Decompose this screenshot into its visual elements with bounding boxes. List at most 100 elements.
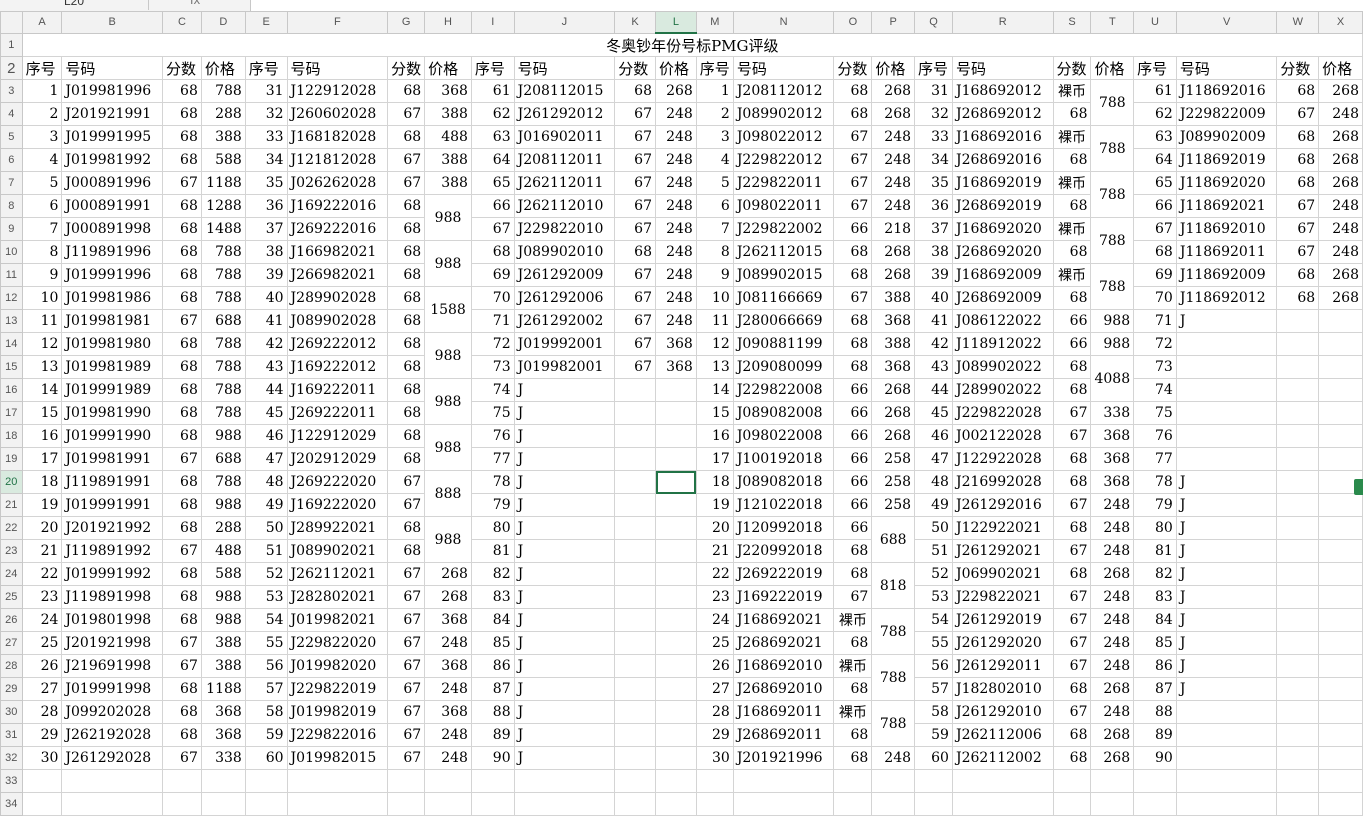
cell-score[interactable]: 68 [1052,447,1092,471]
empty-cell[interactable] [914,792,953,816]
cell-number[interactable]: J182802010 [951,677,1054,701]
cell-serial[interactable]: 11 [21,309,63,333]
cell-price[interactable]: 988 [200,585,246,609]
cell-price[interactable]: 248 [655,194,697,218]
cell-score[interactable]: 67 [387,171,426,195]
header-cell[interactable]: 分数 [387,56,426,80]
cell-number[interactable]: J168692021 [732,608,835,632]
cell-price[interactable]: 368 [424,608,472,632]
cell-number[interactable]: J019981990 [61,401,163,425]
cell-number[interactable]: J262112015 [732,240,835,264]
cell-serial[interactable]: 47 [914,447,953,471]
cell-number[interactable]: J262112010 [513,194,616,218]
cell-serial[interactable]: 48 [244,470,288,494]
cell-number[interactable]: J019991989 [61,378,163,402]
cell-score[interactable]: 67 [387,746,426,770]
cell-serial[interactable]: 20 [695,516,734,540]
cell-score[interactable]: 67 [387,631,426,655]
cell-serial[interactable]: 30 [695,746,734,770]
cell-number[interactable]: J118692011 [1175,240,1278,264]
cell-number[interactable]: J [1175,309,1278,333]
cell-price[interactable]: 688 [200,447,246,471]
cell-score[interactable]: 裸币 [833,700,873,724]
cell-price-merged[interactable]: 988 [424,332,472,379]
cell-serial[interactable]: 81 [470,539,515,563]
cell-score[interactable]: 68 [833,562,873,586]
cell-serial[interactable]: 83 [1133,585,1177,609]
empty-cell[interactable] [200,792,246,816]
column-header-H[interactable]: H [424,11,472,34]
formula-input[interactable] [250,0,1363,11]
cell-score[interactable]: 68 [161,217,202,241]
cell-number[interactable]: J [513,401,616,425]
cell-score[interactable] [1276,332,1320,356]
cell-number[interactable]: J118692012 [1175,286,1278,310]
column-header-N[interactable]: N [732,11,835,34]
empty-cell[interactable] [513,792,616,816]
cell-serial[interactable]: 40 [914,286,953,310]
cell-serial[interactable]: 76 [1133,424,1177,448]
cell-price[interactable]: 248 [1318,240,1363,264]
header-cell[interactable]: 号码 [951,56,1054,80]
cell-score[interactable] [614,723,656,747]
cell-number[interactable]: J229822012 [732,148,835,172]
cell-serial[interactable]: 75 [1133,401,1177,425]
cell-score[interactable]: 68 [833,677,873,701]
column-header-S[interactable]: S [1052,11,1092,34]
cell-serial[interactable]: 53 [914,585,953,609]
cell-price[interactable]: 248 [655,263,697,287]
cell-score[interactable]: 68 [1052,148,1092,172]
cell-number[interactable]: J118692021 [1175,194,1278,218]
cell-serial[interactable]: 9 [695,263,734,287]
empty-cell[interactable] [1276,792,1320,816]
cell-price[interactable]: 248 [424,631,472,655]
cell-number[interactable]: J168692016 [951,125,1054,149]
cell-price[interactable]: 248 [871,746,916,770]
row-header-3[interactable]: 3 [0,79,23,103]
cell-score[interactable]: 67 [161,447,202,471]
cell-serial[interactable]: 33 [244,125,288,149]
cell-price[interactable]: 788 [200,79,246,103]
cell-number[interactable]: J269222011 [286,401,389,425]
cell-serial[interactable]: 2 [695,102,734,126]
cell-price[interactable]: 268 [1318,263,1363,287]
cell-price[interactable] [655,746,697,770]
cell-score[interactable]: 66 [833,378,873,402]
row-header-21[interactable]: 21 [0,493,23,517]
cell-score[interactable] [614,424,656,448]
cell-number[interactable]: J019982019 [286,700,389,724]
cell-number[interactable]: J201921998 [61,631,163,655]
cell-score[interactable]: 68 [161,125,202,149]
cell-score[interactable] [1276,654,1320,678]
cell-price-merged[interactable]: 988 [424,378,472,425]
cell-number[interactable]: J261292010 [951,700,1054,724]
name-box[interactable]: L20 [0,0,149,10]
cell-serial[interactable]: 45 [244,401,288,425]
cell-number[interactable]: J [513,562,616,586]
cell-score[interactable] [1276,516,1320,540]
cell-serial[interactable]: 90 [1133,746,1177,770]
row-header-5[interactable]: 5 [0,125,23,149]
cell-number[interactable]: J019991998 [61,677,163,701]
cell-serial[interactable]: 80 [470,516,515,540]
cell-number[interactable]: J168692009 [951,263,1054,287]
cell-score[interactable]: 68 [161,102,202,126]
cell-score[interactable] [614,631,656,655]
empty-cell[interactable] [833,769,873,793]
active-cell[interactable] [655,470,697,494]
cell-price[interactable]: 788 [200,240,246,264]
cell-price[interactable]: 338 [200,746,246,770]
cell-price[interactable] [1318,493,1363,517]
empty-cell[interactable] [387,792,426,816]
header-cell[interactable]: 序号 [695,56,734,80]
cell-number[interactable]: J268692011 [732,723,835,747]
cell-serial[interactable]: 82 [470,562,515,586]
empty-cell[interactable] [244,769,288,793]
cell-number[interactable]: J201921992 [61,516,163,540]
empty-cell[interactable] [951,769,1054,793]
cell-serial[interactable]: 28 [21,700,63,724]
cell-serial[interactable]: 52 [914,562,953,586]
cell-score[interactable]: 68 [614,79,656,103]
cell-score[interactable]: 68 [387,286,426,310]
empty-cell[interactable] [424,769,472,793]
